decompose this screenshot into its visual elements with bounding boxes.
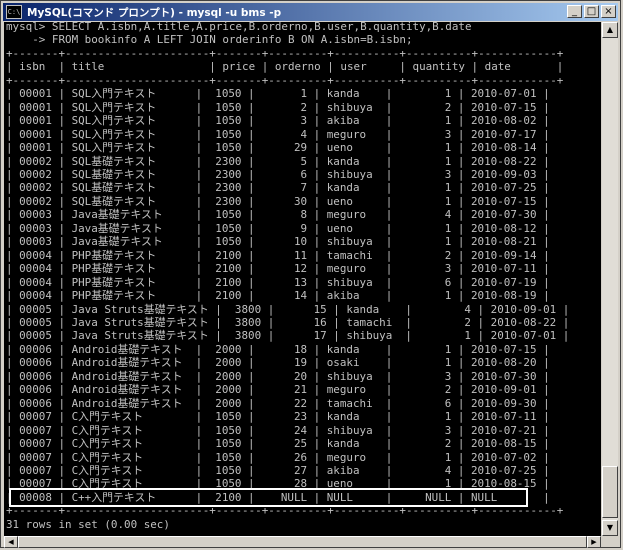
console-line: | 00007 | C入門テキスト | 1050 | 26 | meguro |… — [6, 450, 550, 464]
console-line: | 00007 | C入門テキスト | 1050 | 25 | kanda | … — [6, 437, 550, 451]
console-line: | 00006 | Android基礎テキスト | 2000 | 18 | ka… — [6, 342, 550, 356]
console-line: | 00004 | PHP基礎テキスト | 2100 | 12 | meguro… — [6, 262, 550, 276]
maximize-button[interactable]: □ — [584, 5, 599, 18]
console-line: | 00002 | SQL基礎テキスト | 2300 | 6 | shibuya… — [6, 167, 550, 181]
console-line: | 00001 | SQL入門テキスト | 1050 | 1 | kanda |… — [6, 87, 550, 101]
console-line: -> FROM bookinfo A LEFT JOIN orderinfo B… — [6, 33, 413, 47]
console-line: | 00005 | Java Struts基礎テキスト | 3800 | 17 … — [6, 329, 570, 343]
console-line: | 00003 | Java基礎テキスト | 1050 | 9 | ueno |… — [6, 221, 550, 235]
console-line: | 00007 | C入門テキスト | 1050 | 24 | shibuya … — [6, 423, 550, 437]
console-line: | 00001 | SQL入門テキスト | 1050 | 29 | ueno |… — [6, 141, 550, 155]
scroll-down-button[interactable]: ▼ — [602, 520, 618, 536]
console-line: | 00005 | Java Struts基礎テキスト | 3800 | 15 … — [6, 302, 570, 316]
console-line: | 00001 | SQL入門テキスト | 1050 | 3 | akiba |… — [6, 114, 550, 128]
console-line: | 00002 | SQL基礎テキスト | 2300 | 30 | ueno |… — [6, 194, 550, 208]
console-line: | 00001 | SQL入門テキスト | 1050 | 4 | meguro … — [6, 127, 550, 141]
console-line: | 00006 | Android基礎テキスト | 2000 | 19 | os… — [6, 356, 550, 370]
console-line: mysql> SELECT A.isbn,A.title,A.price,B.o… — [6, 22, 472, 33]
console-line: | 00006 | Android基礎テキスト | 2000 | 22 | ta… — [6, 396, 550, 410]
minimize-button[interactable]: _ — [567, 5, 582, 18]
console-app-icon[interactable]: C:\ — [6, 5, 22, 19]
console-line: | 00004 | PHP基礎テキスト | 2100 | 11 | tamach… — [6, 248, 550, 262]
console-line: | 00003 | Java基礎テキスト | 1050 | 10 | shibu… — [6, 235, 550, 249]
console-line: | 00002 | SQL基礎テキスト | 2300 | 7 | kanda |… — [6, 181, 550, 195]
console-output: mysql> SELECT A.isbn,A.title,A.price,B.o… — [6, 22, 569, 531]
scroll-right-button[interactable]: ▶ — [587, 536, 601, 548]
horizontal-scroll-thumb[interactable] — [18, 536, 587, 548]
console-line: | 00007 | C入門テキスト | 1050 | 28 | ueno | 1… — [6, 477, 550, 491]
vertical-scrollbar[interactable]: ▲ ▼ — [602, 22, 618, 536]
close-button[interactable]: × — [601, 5, 616, 18]
console-line: | 00007 | C入門テキスト | 1050 | 23 | kanda | … — [6, 410, 550, 424]
window-title: MySQL(コマンド プロンプト) - mysql -u bms -p — [27, 6, 282, 19]
scroll-up-button[interactable]: ▲ — [602, 22, 618, 38]
console-line: +-------+----------------------+-------+… — [6, 504, 564, 518]
horizontal-scrollbar[interactable]: ◀ ▶ — [4, 536, 601, 548]
console-line: | 00005 | Java Struts基礎テキスト | 3800 | 16 … — [6, 315, 570, 329]
console-line: | 00006 | Android基礎テキスト | 2000 | 20 | sh… — [6, 369, 550, 383]
console-line: | 00008 | C++入門テキスト | 2100 | NULL | NULL… — [6, 490, 550, 504]
scroll-left-button[interactable]: ◀ — [4, 536, 18, 548]
console-line: | 00007 | C入門テキスト | 1050 | 27 | akiba | … — [6, 463, 550, 477]
console-line: | 00006 | Android基礎テキスト | 2000 | 21 | me… — [6, 383, 550, 397]
vertical-scroll-thumb[interactable] — [602, 466, 618, 518]
console-line: | 00004 | PHP基礎テキスト | 2100 | 13 | shibuy… — [6, 275, 550, 289]
console-line: 31 rows in set (0.00 sec) — [6, 517, 170, 531]
console-window: C:\ MySQL(コマンド プロンプト) - mysql -u bms -p … — [0, 0, 621, 548]
console-line: | isbn | title | price | orderno | user … — [6, 60, 564, 74]
console-area[interactable]: mysql> SELECT A.isbn,A.title,A.price,B.o… — [4, 22, 601, 536]
console-line: | 00001 | SQL入門テキスト | 1050 | 2 | shibuya… — [6, 100, 550, 114]
console-line: | 00002 | SQL基礎テキスト | 2300 | 5 | kanda |… — [6, 154, 550, 168]
console-line: | 00003 | Java基礎テキスト | 1050 | 8 | meguro… — [6, 208, 550, 222]
console-line: +-------+----------------------+-------+… — [6, 46, 564, 60]
console-line: +-------+----------------------+-------+… — [6, 73, 564, 87]
console-line: | 00004 | PHP基礎テキスト | 2100 | 14 | akiba … — [6, 289, 550, 303]
title-bar[interactable]: C:\ MySQL(コマンド プロンプト) - mysql -u bms -p … — [3, 3, 618, 21]
